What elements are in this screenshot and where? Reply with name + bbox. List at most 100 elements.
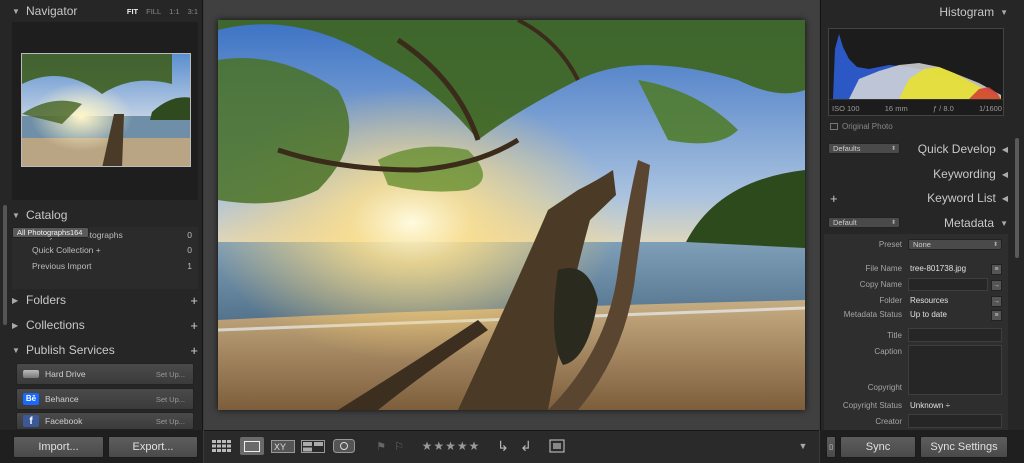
- catalog-item-all-photographs[interactable]: All Photographs 164: [12, 227, 90, 238]
- metadata-status-label: Metadata Status: [843, 310, 902, 319]
- publish-behance[interactable]: Bē Behance Set Up...: [16, 388, 194, 410]
- histogram-header[interactable]: Histogram ▼: [824, 1, 1014, 23]
- folder-go-icon[interactable]: →: [991, 296, 1002, 307]
- collections-title: Collections: [26, 318, 85, 332]
- publish-facebook[interactable]: f Facebook Set Up...: [16, 412, 194, 430]
- file-name-label: File Name: [865, 264, 902, 273]
- rotate-left-icon[interactable]: ↳: [495, 437, 511, 455]
- publish-label: Facebook: [45, 416, 83, 426]
- sync-settings-button[interactable]: Sync Settings: [920, 436, 1008, 458]
- checkbox-icon[interactable]: [830, 123, 838, 130]
- catalog-item-label: All Photographs: [17, 228, 70, 237]
- setup-link[interactable]: Set Up...: [156, 417, 185, 426]
- publish-hard-drive[interactable]: Hard Drive Set Up...: [16, 363, 194, 385]
- metadata-title: Metadata: [944, 216, 995, 230]
- collections-header[interactable]: ▶ Collections +: [12, 314, 198, 336]
- grid-view-icon[interactable]: [210, 437, 234, 455]
- original-photo-label: Original Photo: [842, 122, 893, 131]
- export-button[interactable]: Export...: [108, 436, 198, 458]
- creator-field[interactable]: [908, 414, 1002, 428]
- keyword-list-header[interactable]: + Keyword List ◀: [824, 187, 1014, 209]
- flag-reject-icon[interactable]: ⚐: [392, 437, 406, 455]
- catalog-title: Catalog: [26, 208, 68, 222]
- copyright-status-select[interactable]: Unknown ÷: [910, 401, 950, 410]
- main-photo[interactable]: [218, 20, 805, 410]
- preset-label: Preset: [878, 240, 902, 249]
- copy-name-field[interactable]: [908, 278, 988, 291]
- caption-label: Caption: [874, 347, 902, 356]
- facebook-icon: f: [23, 415, 39, 427]
- setup-link[interactable]: Set Up...: [156, 370, 185, 379]
- copyright-status-label: Copyright Status: [842, 401, 902, 410]
- copy-name-action-icon[interactable]: →: [991, 280, 1002, 291]
- photo-image: [218, 20, 805, 410]
- add-folder-icon[interactable]: +: [190, 293, 198, 308]
- crop-overlay-icon[interactable]: [546, 437, 568, 455]
- copyright-label: Copyright: [867, 383, 902, 392]
- collapse-triangle-icon: ▼: [12, 6, 20, 16]
- thumbnail-image: [22, 54, 190, 166]
- expand-triangle-icon: ◀: [1001, 169, 1008, 179]
- add-publish-service-icon[interactable]: +: [190, 343, 198, 358]
- navigator-header[interactable]: ▼ Navigator FIT FILL 1:1 3:1: [12, 0, 198, 22]
- publish-services-title: Publish Services: [26, 343, 115, 357]
- star-rating-icon[interactable]: ★★★★★: [418, 437, 484, 455]
- folder-value: Resources: [910, 296, 949, 305]
- catalog-header[interactable]: ▼ Catalog: [12, 204, 198, 226]
- shutter-speed: 1/1600: [979, 104, 1002, 113]
- file-name-value[interactable]: tree-801738.jpg: [910, 264, 966, 273]
- publish-services-header[interactable]: ▼ Publish Services +: [12, 339, 198, 361]
- metadata-header[interactable]: Metadata ▼: [824, 212, 1014, 234]
- people-glyph: [333, 439, 355, 453]
- histogram-graph[interactable]: [828, 28, 1004, 116]
- catalog-item-quick-collection[interactable]: Quick Collection + 0: [12, 243, 198, 259]
- loupe-view-icon[interactable]: [240, 437, 264, 455]
- add-keyword-icon[interactable]: +: [830, 191, 838, 206]
- add-collection-icon[interactable]: +: [190, 318, 198, 333]
- hard-drive-icon: [23, 370, 39, 378]
- keywording-header[interactable]: Keywording ◀: [824, 163, 1014, 185]
- catalog-item-label: Previous Import: [32, 260, 92, 271]
- quick-develop-header[interactable]: Quick Develop ◀: [824, 138, 1014, 160]
- crop-glyph: [549, 439, 565, 453]
- preset-select[interactable]: None ⬍: [908, 239, 1002, 250]
- people-view-icon[interactable]: [332, 437, 356, 455]
- toolbar-menu-chevron-icon[interactable]: ▼: [796, 437, 810, 455]
- keyword-list-title: Keyword List: [927, 191, 996, 205]
- grid-glyph: [212, 440, 231, 452]
- catalog-item-count: 1: [187, 260, 192, 271]
- folders-header[interactable]: ▶ Folders +: [12, 289, 198, 311]
- zoom-3-1[interactable]: 3:1: [188, 7, 198, 16]
- caption-field[interactable]: [908, 345, 1002, 395]
- catalog-item-previous-import[interactable]: Previous Import 1: [12, 258, 198, 274]
- rotate-right-icon[interactable]: ↲: [518, 437, 534, 455]
- file-name-action-icon[interactable]: ≡: [991, 264, 1002, 275]
- setup-link[interactable]: Set Up...: [156, 395, 185, 404]
- navigator-thumbnail[interactable]: [21, 53, 191, 167]
- zoom-1-1[interactable]: 1:1: [169, 7, 179, 16]
- original-photo-toggle[interactable]: Original Photo: [830, 122, 893, 131]
- title-label: Title: [887, 331, 902, 340]
- right-scrollbar[interactable]: [1015, 138, 1019, 258]
- import-button[interactable]: Import...: [13, 436, 104, 458]
- metadata-status-icon[interactable]: ≡: [991, 310, 1002, 321]
- sync-toggle-switch[interactable]: ▯: [826, 436, 836, 458]
- left-scrollbar[interactable]: [3, 205, 7, 325]
- catalog-item-count: 164: [69, 228, 83, 237]
- zoom-fill[interactable]: FILL: [146, 7, 161, 16]
- loupe-glyph: [244, 440, 260, 452]
- compare-view-icon[interactable]: XY: [270, 437, 296, 455]
- focal-length: 16 mm: [884, 104, 908, 113]
- compare-glyph: XY: [271, 439, 295, 453]
- histogram-plot: [829, 34, 1003, 100]
- title-field[interactable]: [908, 328, 1002, 342]
- survey-view-icon[interactable]: [300, 437, 326, 455]
- exif-info: ISO 100 16 mm ƒ / 8.0 1/1600: [832, 104, 1002, 113]
- catalog-item-count: 0: [187, 229, 192, 240]
- publish-label: Behance: [45, 394, 79, 404]
- expand-triangle-icon: ▶: [12, 320, 19, 330]
- zoom-fit[interactable]: FIT: [127, 7, 138, 16]
- sync-button[interactable]: Sync: [840, 436, 916, 458]
- flag-pick-icon[interactable]: ⚑: [374, 437, 388, 455]
- metadata-status-value: Up to date: [910, 310, 947, 319]
